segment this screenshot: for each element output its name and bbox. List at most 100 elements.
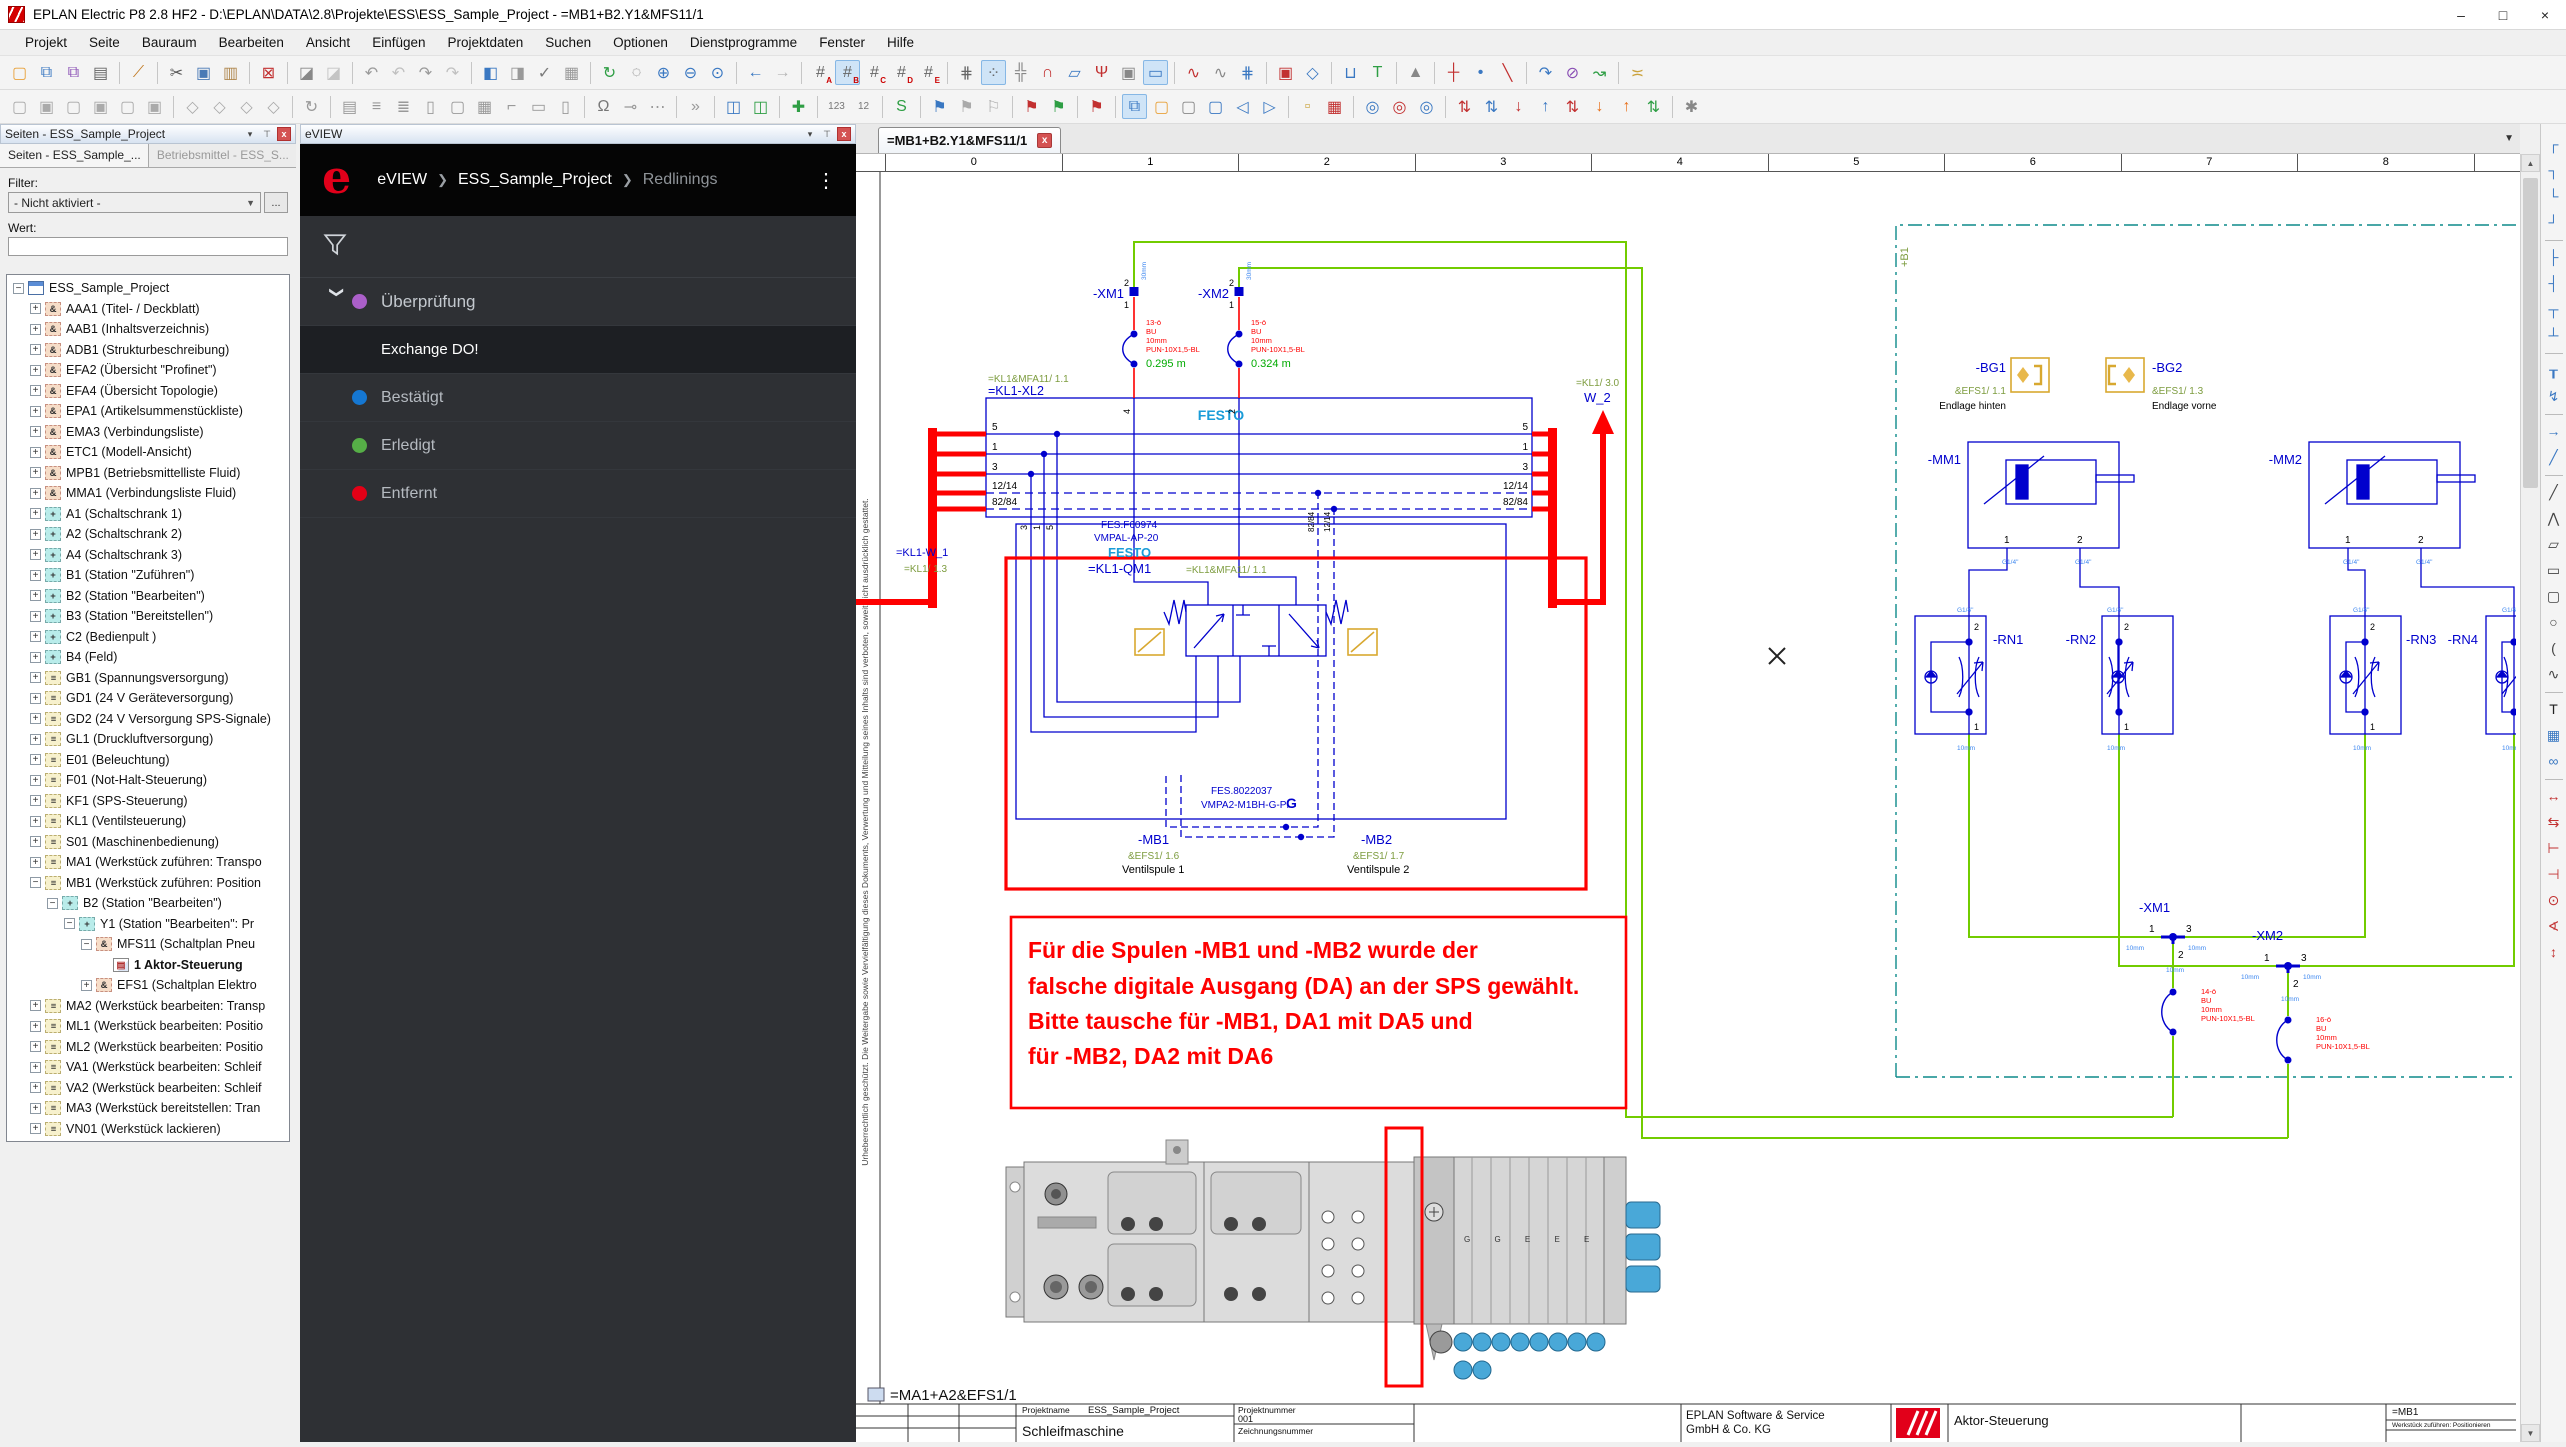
scrollbar-thumb[interactable] — [2523, 178, 2538, 488]
tab-list-dropdown-icon[interactable]: ▼ — [2504, 133, 2514, 144]
expand-icon[interactable]: + — [30, 549, 41, 560]
tab-seiten[interactable]: Seiten - ESS_Sample_... — [0, 144, 149, 167]
expand-icon[interactable]: + — [30, 447, 41, 458]
tree-item-y1[interactable]: −+Y1 (Station "Bearbeiten": Pr — [7, 914, 289, 935]
dim-vertical-button[interactable]: ↕ — [2542, 940, 2566, 964]
signal-grid-button[interactable]: ⋕ — [1235, 60, 1260, 85]
tree-item-ma2[interactable]: +≡MA2 (Werkstück bearbeiten: Transp — [7, 996, 289, 1017]
curve-l-button[interactable]: ↝ — [1587, 60, 1612, 85]
magnet-button[interactable]: ∩ — [1035, 60, 1060, 85]
expand-icon[interactable]: + — [30, 570, 41, 581]
document-tab[interactable]: =MB1+B2.Y1&MFS11/1 x — [878, 127, 1061, 153]
menu-projekt[interactable]: Projekt — [14, 32, 78, 53]
connection-segment-button[interactable]: ╱ — [2542, 445, 2566, 469]
filter-more-button[interactable]: ... — [264, 192, 288, 213]
cabinet-button[interactable]: ▤ — [337, 94, 362, 119]
expand-icon[interactable]: + — [30, 611, 41, 622]
open-page-button[interactable]: ⧉ — [34, 60, 59, 85]
terminal-table-button[interactable]: ▦ — [472, 94, 497, 119]
numbering-123-button[interactable]: 123 — [824, 94, 849, 119]
tree-item-a4[interactable]: ++A4 (Schaltschrank 3) — [7, 545, 289, 566]
tree-item-mma1[interactable]: +&MMA1 (Verbindungsliste Fluid) — [7, 483, 289, 504]
zoom-in-button[interactable]: ⊕ — [651, 60, 676, 85]
grid-c-button[interactable]: #C — [862, 60, 887, 85]
dots-more-button[interactable]: ⋯ — [645, 94, 670, 119]
expand-icon[interactable]: + — [30, 344, 41, 355]
cube-button[interactable]: ▢ — [445, 94, 470, 119]
stamp-button[interactable]: ▲ — [1403, 60, 1428, 85]
connector-t-right-button[interactable]: ├ — [2542, 245, 2566, 269]
tree-item-aab1[interactable]: +&AAB1 (Inhaltsverzeichnis) — [7, 319, 289, 340]
tree-item-ess-sample-project[interactable]: −ESS_Sample_Project — [7, 278, 289, 299]
tree-item-mfs11[interactable]: −&MFS11 (Schaltplan Pneu — [7, 934, 289, 955]
tree-item-ml2[interactable]: +≡ML2 (Werkstück bearbeiten: Positio — [7, 1037, 289, 1058]
nav-diamond-4-button[interactable]: ◇ — [261, 94, 286, 119]
film-strip-button[interactable]: ▯ — [418, 94, 443, 119]
page-next-button[interactable]: ▷ — [1257, 94, 1282, 119]
expand-icon[interactable]: + — [30, 508, 41, 519]
junction-dot-button[interactable]: • — [1468, 60, 1493, 85]
tree-item-gl1[interactable]: +≡GL1 (Druckluftversorgung) — [7, 729, 289, 750]
redo-button[interactable]: ↷ — [413, 60, 438, 85]
draw-arc-button[interactable]: ( — [2542, 636, 2566, 660]
expand-icon[interactable]: + — [30, 652, 41, 663]
expand-icon[interactable]: + — [30, 1041, 41, 1052]
tree-item-kl1[interactable]: +≡KL1 (Ventilsteuerung) — [7, 811, 289, 832]
snap-grid-button[interactable]: ⁘ — [981, 60, 1006, 85]
expand-icon[interactable]: + — [30, 672, 41, 683]
redline-group-ueberpruefung[interactable]: ❯ Überprüfung — [300, 278, 856, 326]
expand-icon[interactable]: + — [30, 713, 41, 724]
expand-icon[interactable]: + — [30, 857, 41, 868]
grid-a-button[interactable]: #A — [808, 60, 833, 85]
draw-line-button[interactable]: ╱ — [2542, 480, 2566, 504]
clip-button[interactable]: ▭ — [526, 94, 551, 119]
nav-back-button[interactable]: ← — [743, 60, 768, 85]
tree-item-b1[interactable]: ++B1 (Station "Zuführen") — [7, 565, 289, 586]
tree-item-e01[interactable]: +≡E01 (Beleuchtung) — [7, 750, 289, 771]
junction-cross-button[interactable]: ┼ — [1441, 60, 1466, 85]
tree-item-gd1[interactable]: +≡GD1 (24 V Geräteversorgung) — [7, 688, 289, 709]
connect-pair-1-button[interactable]: ◎ — [1360, 94, 1385, 119]
menu-einf-gen[interactable]: Einfügen — [361, 32, 436, 53]
expand-icon[interactable]: + — [30, 775, 41, 786]
document-tab-close-icon[interactable]: x — [1037, 133, 1052, 148]
collapse-icon[interactable]: − — [30, 877, 41, 888]
connector-corner-se-button[interactable]: ┘ — [2542, 210, 2566, 234]
scroll-down-icon[interactable]: ▼ — [2521, 1424, 2540, 1442]
menu-seite[interactable]: Seite — [78, 32, 131, 53]
parts-cart-button[interactable]: ⊔ — [1338, 60, 1363, 85]
draw-spline-button[interactable]: ∿ — [2542, 662, 2566, 686]
tree-item-ma3[interactable]: +≡MA3 (Werkstück bereitstellen: Tran — [7, 1098, 289, 1119]
tree-item-f01[interactable]: +≡F01 (Not-Halt-Steuerung) — [7, 770, 289, 791]
maximize-button[interactable]: □ — [2482, 0, 2524, 30]
expand-icon[interactable]: + — [30, 693, 41, 704]
eview-pin-icon[interactable]: ⊤ — [820, 127, 834, 141]
collapse-icon[interactable]: − — [64, 918, 75, 929]
settings-wrench-button[interactable]: ⟋ — [126, 60, 151, 85]
draw-polyline-button[interactable]: ⋀ — [2542, 506, 2566, 530]
wire-number-5-button[interactable]: ⇅ — [1560, 94, 1585, 119]
grid-align-button[interactable]: ╬ — [1008, 60, 1033, 85]
copy-button[interactable]: ▣ — [191, 60, 216, 85]
resize-handles-button[interactable]: ◇ — [1300, 60, 1325, 85]
expand-icon[interactable]: + — [30, 365, 41, 376]
symbol-macro-button[interactable]: ◨ — [505, 60, 530, 85]
minimize-button[interactable]: – — [2440, 0, 2482, 30]
tree-item-ma1[interactable]: +≡MA1 (Werkstück zuführen: Transpo — [7, 852, 289, 873]
grid-b-button[interactable]: #B — [835, 60, 860, 85]
tree-item-aaa1[interactable]: +&AAA1 (Titel- / Deckblatt) — [7, 299, 289, 320]
box-dashed-button[interactable]: ▫ — [1295, 94, 1320, 119]
wire-number-7-button[interactable]: ↑ — [1614, 94, 1639, 119]
connector-t-up-button[interactable]: ┴ — [2542, 323, 2566, 347]
paste-button[interactable]: ▥ — [218, 60, 243, 85]
menu-fenster[interactable]: Fenster — [808, 32, 876, 53]
branch-button[interactable]: Ψ — [1089, 60, 1114, 85]
numbering-12-button[interactable]: 12 — [851, 94, 876, 119]
expand-icon[interactable]: + — [30, 467, 41, 478]
close-button[interactable]: × — [2524, 0, 2566, 30]
expand-icon[interactable]: + — [30, 529, 41, 540]
menu-hilfe[interactable]: Hilfe — [876, 32, 925, 53]
tree-item-efa4[interactable]: +&EFA4 (Übersicht Topologie) — [7, 381, 289, 402]
expand-icon[interactable]: + — [30, 324, 41, 335]
junction-split-button[interactable]: ┰ — [2542, 358, 2566, 382]
